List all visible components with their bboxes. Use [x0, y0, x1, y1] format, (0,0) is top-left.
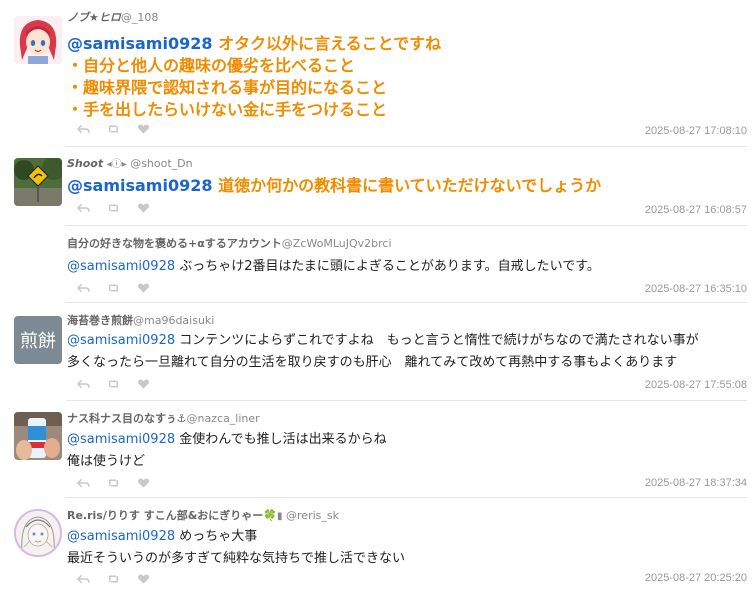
reply-icon[interactable] — [76, 477, 90, 489]
like-icon[interactable] — [136, 202, 150, 214]
reply-item: ナス科ナス目のなすぅ⚓@nazca_liner @samisami0928 金使… — [0, 400, 753, 498]
reply-text: @samisami0928 ぶっちゃけ2番目はたまに頭によぎることがあります。自… — [67, 256, 600, 278]
user-avatar[interactable] — [14, 158, 62, 206]
text-line: ・手を出したらいけない金に手をつけること — [67, 100, 388, 119]
reply-header: Shoot ◂ⓘ▸ @shoot_Dn — [67, 155, 193, 170]
like-icon[interactable] — [136, 123, 150, 135]
text-line: ・趣味界隈で認知される事が目的になること — [67, 78, 388, 97]
reply-text: @samisami0928 オタク以外に言えることですね ・自分と他人の趣味の優… — [67, 33, 441, 121]
reply-text: @samisami0928 めっちゃ大事 最近そういうのが多すぎて純粋な気持ちで… — [67, 526, 405, 570]
action-bar — [76, 477, 150, 489]
timestamp[interactable]: 2025-08-27 18:37:34 — [645, 477, 747, 489]
action-bar — [76, 573, 150, 585]
retweet-icon[interactable] — [106, 477, 120, 489]
reply-icon[interactable] — [76, 378, 90, 390]
retweet-icon[interactable] — [106, 123, 120, 135]
text-line: コンテンツによらずこれですよね もっと言うと惰性で続けがちなので満たされない事が — [179, 333, 699, 348]
user-name[interactable]: 海苔巻き煎餅 — [67, 314, 133, 327]
user-avatar[interactable] — [14, 412, 62, 460]
mention-link[interactable]: @samisami0928 — [67, 333, 175, 348]
text-line: 道徳か何かの教科書に書いていただけないでしょうか — [218, 176, 602, 195]
user-avatar[interactable]: 煎餅 — [14, 316, 62, 364]
retweet-icon[interactable] — [106, 282, 120, 294]
text-line: ・自分と他人の趣味の優劣を比べること — [67, 56, 356, 75]
text-line: ぶっちゃけ2番目はたまに頭によぎることがあります。自戒したいです。 — [179, 259, 600, 274]
user-handle[interactable]: @ZcWoMLuJQv2brci — [282, 237, 392, 250]
user-avatar[interactable] — [14, 16, 62, 64]
action-bar — [76, 123, 150, 135]
reply-icon[interactable] — [76, 123, 90, 135]
mention-link[interactable]: @samisami0928 — [67, 34, 212, 53]
drink-can-photo-avatar-icon — [14, 412, 62, 460]
text-line: オタク以外に言えることですね — [218, 34, 442, 53]
timestamp[interactable]: 2025-08-27 17:08:10 — [645, 125, 747, 137]
user-name[interactable]: Shoot — [67, 157, 103, 170]
text-line: 金使わんでも推し活は出来るからね — [179, 432, 387, 447]
text-line: めっちゃ大事 — [179, 529, 258, 544]
user-name[interactable]: 自分の好きな物を褒める+αするアカウント — [67, 237, 282, 250]
reply-header: ノブ★ヒロ@_108 — [67, 9, 158, 25]
reply-text: @samisami0928 金使わんでも推し活は出来るからね 俺は使うけど — [67, 429, 387, 473]
timestamp[interactable]: 2025-08-27 16:35:10 — [645, 283, 747, 295]
timestamp[interactable]: 2025-08-27 16:08:57 — [645, 204, 747, 216]
user-handle[interactable]: @ma96daisuki — [133, 314, 214, 327]
like-icon[interactable] — [136, 477, 150, 489]
action-bar — [76, 282, 150, 294]
timestamp[interactable]: 2025-08-27 17:55:08 — [645, 379, 747, 391]
mention-link[interactable]: @samisami0928 — [67, 176, 212, 195]
user-badge: ▮ — [277, 511, 283, 522]
user-name[interactable]: ノブ★ヒロ — [67, 11, 121, 24]
like-icon[interactable] — [136, 282, 150, 294]
reply-item: 煎餅 海苔巻き煎餅@ma96daisuki @samisami0928 コンテン… — [0, 302, 753, 400]
reply-item: 自分の好きな物を褒める+αするアカウント@ZcWoMLuJQv2brci @sa… — [0, 225, 753, 303]
like-icon[interactable] — [136, 573, 150, 585]
reply-item: Shoot ◂ⓘ▸ @shoot_Dn @samisami0928 道徳か何かの… — [0, 146, 753, 224]
action-bar — [76, 378, 150, 390]
user-name[interactable]: Re.ris/りりす すこん部&おにぎりゃー🍀 — [67, 509, 277, 522]
like-icon[interactable] — [136, 378, 150, 390]
timestamp[interactable]: 2025-08-27 20:25:20 — [645, 572, 747, 584]
reply-header: 海苔巻き煎餅@ma96daisuki — [67, 312, 214, 328]
reply-header: Re.ris/りりす すこん部&おにぎりゃー🍀▮ @reris_sk — [67, 507, 339, 523]
retweet-icon[interactable] — [106, 573, 120, 585]
user-avatar[interactable] — [14, 509, 62, 557]
retweet-icon[interactable] — [106, 378, 120, 390]
retweet-icon[interactable] — [106, 202, 120, 214]
mention-link[interactable]: @samisami0928 — [67, 529, 175, 544]
text-line: 俺は使うけど — [67, 454, 146, 469]
reply-icon[interactable] — [76, 202, 90, 214]
reply-icon[interactable] — [76, 573, 90, 585]
reply-item: ノブ★ヒロ@_108 @samisami0928 オタク以外に言えることですね … — [0, 0, 753, 150]
mention-link[interactable]: @samisami0928 — [67, 259, 175, 274]
reply-item: Re.ris/りりす すこん部&おにぎりゃー🍀▮ @reris_sk @sami… — [0, 497, 753, 589]
reply-text: @samisami0928 道徳か何かの教科書に書いていただけないでしょうか — [67, 175, 601, 197]
user-handle[interactable]: @reris_sk — [286, 509, 339, 522]
action-bar — [76, 202, 150, 214]
user-badge: ◂ⓘ▸ — [106, 159, 127, 170]
text-line: 多くなったら一旦離れて自分の生活を取り戻すのも肝心 離れてみて改めて再熱中する事… — [67, 355, 678, 370]
text-line: 最近そういうのが多すぎて純粋な気持ちで推し活できない — [67, 551, 406, 566]
reply-icon[interactable] — [76, 282, 90, 294]
reply-text: @samisami0928 コンテンツによらずこれですよね もっと言うと惰性で続… — [67, 330, 699, 374]
reply-header: 自分の好きな物を褒める+αするアカウント@ZcWoMLuJQv2brci — [67, 235, 392, 251]
user-handle[interactable]: @shoot_Dn — [130, 157, 192, 170]
reply-header: ナス科ナス目のなすぅ⚓@nazca_liner — [67, 410, 260, 426]
sketch-portrait-avatar-icon — [16, 511, 60, 555]
road-sign-photo-avatar-icon — [14, 158, 62, 206]
anime-girl-avatar-icon — [14, 16, 62, 64]
user-name[interactable]: ナス科ナス目のなすぅ⚓ — [67, 412, 187, 425]
user-handle[interactable]: @nazca_liner — [187, 412, 260, 425]
user-handle[interactable]: @_108 — [121, 11, 159, 24]
avatar-text: 煎餅 — [20, 331, 56, 352]
mention-link[interactable]: @samisami0928 — [67, 432, 175, 447]
